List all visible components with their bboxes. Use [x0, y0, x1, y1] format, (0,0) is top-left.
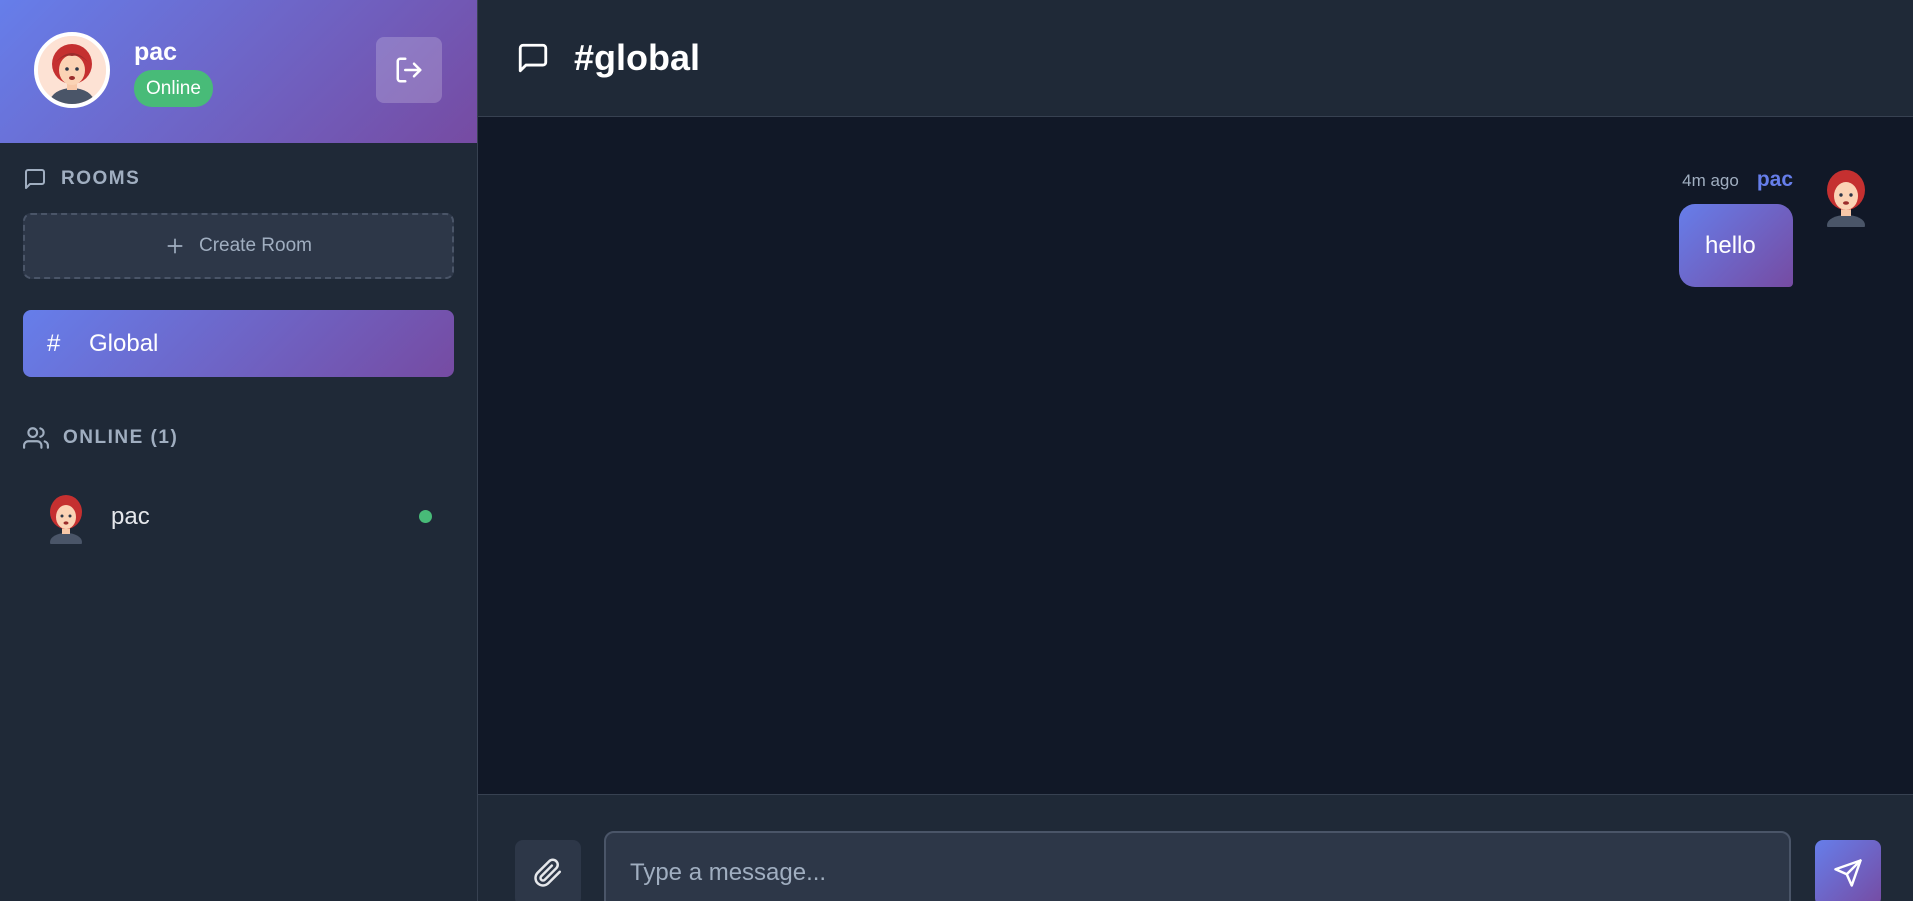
message-composer: [478, 794, 1913, 901]
attach-button[interactable]: [515, 840, 581, 901]
avatar: [50, 495, 82, 544]
plus-icon: [167, 238, 183, 254]
message-input[interactable]: [604, 831, 1791, 901]
chat-header: #global: [478, 0, 1913, 117]
logout-icon: [396, 57, 422, 83]
avatar: [1827, 170, 1865, 227]
users-icon: [23, 427, 49, 449]
avatar[interactable]: [34, 32, 110, 108]
profile-header: pac Online: [0, 0, 477, 143]
online-user-name: pac: [111, 503, 150, 530]
message-list[interactable]: 4m ago pac hello: [478, 117, 1913, 794]
message-item: 4m ago pac hello: [1679, 165, 1873, 287]
rooms-section-heading: ROOMS: [23, 167, 140, 191]
create-room-button[interactable]: Create Room: [23, 213, 454, 279]
room-item-global[interactable]: # Global: [23, 310, 454, 377]
online-heading-label: ONLINE (1): [63, 427, 179, 448]
message-meta: 4m ago pac: [1682, 168, 1793, 192]
chat-main: #global 4m ago pac hello: [478, 0, 1913, 901]
message-timestamp: 4m ago: [1682, 171, 1739, 190]
send-icon: [1834, 859, 1862, 887]
send-button[interactable]: [1815, 840, 1881, 901]
message-body: 4m ago pac hello: [1679, 165, 1793, 287]
room-item-label: Global: [89, 329, 159, 357]
online-indicator: [419, 510, 432, 523]
sidebar: pac Online ROOMS Create Room # Global ON…: [0, 0, 478, 901]
profile-username: pac: [134, 38, 178, 66]
logout-button[interactable]: [376, 37, 442, 103]
app-root: pac Online ROOMS Create Room # Global ON…: [0, 0, 1913, 901]
chat-bubble-icon: [25, 169, 45, 189]
online-user-item[interactable]: pac: [23, 486, 454, 548]
online-section-heading: ONLINE (1): [23, 425, 178, 451]
status-badge: Online: [134, 70, 213, 107]
rooms-heading-label: ROOMS: [61, 168, 141, 189]
page-title: #global: [574, 37, 701, 78]
avatar-illustration: [38, 36, 106, 104]
hash-icon: #: [47, 329, 61, 357]
paperclip-icon: [534, 858, 562, 887]
chat-bubble-icon: [518, 43, 548, 73]
message-bubble: hello: [1679, 204, 1793, 287]
message-author: pac: [1756, 168, 1793, 191]
create-room-label: Create Room: [199, 235, 312, 256]
